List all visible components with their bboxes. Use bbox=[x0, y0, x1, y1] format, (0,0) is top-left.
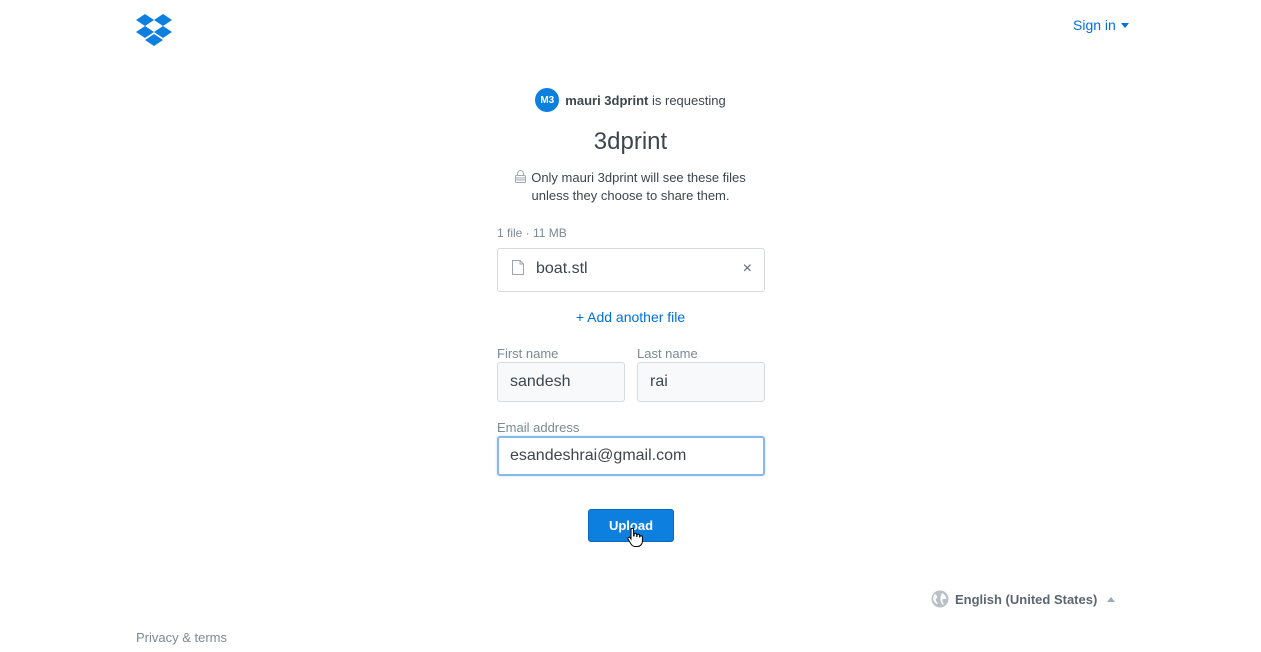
file-name: boat.stl bbox=[536, 260, 588, 277]
privacy-line-2: unless they choose to share them. bbox=[531, 188, 730, 203]
file-item: boat.stl × bbox=[497, 248, 765, 292]
globe-icon bbox=[931, 590, 949, 608]
sign-in-menu[interactable]: Sign in bbox=[1073, 17, 1129, 33]
last-name-field[interactable] bbox=[637, 362, 765, 402]
email-field[interactable] bbox=[497, 436, 765, 476]
file-icon bbox=[512, 260, 524, 275]
language-label: English (United States) bbox=[955, 591, 1098, 607]
page-title: 3dprint bbox=[593, 128, 668, 155]
close-icon[interactable]: × bbox=[743, 260, 752, 278]
avatar: M3 bbox=[535, 88, 560, 112]
privacy-terms-link[interactable]: Privacy & terms bbox=[136, 630, 227, 645]
file-summary: 1 file · 11 MB bbox=[497, 226, 567, 240]
lock-icon bbox=[515, 170, 527, 183]
last-name-label: Last name bbox=[637, 346, 698, 361]
chevron-down-icon bbox=[1120, 22, 1129, 28]
dropbox-logo-icon[interactable] bbox=[136, 14, 172, 48]
hand-cursor-icon bbox=[627, 528, 643, 547]
add-another-file-link[interactable]: + Add another file bbox=[576, 309, 685, 325]
privacy-notice: Only mauri 3dprint will see these files … bbox=[0, 169, 1261, 205]
privacy-line-1: Only mauri 3dprint will see these files bbox=[531, 170, 746, 185]
requesting-text: is requesting bbox=[651, 92, 726, 108]
requester-line: M3 mauri 3dprint is requesting bbox=[0, 88, 1261, 112]
first-name-label: First name bbox=[497, 346, 559, 361]
email-label: Email address bbox=[497, 420, 580, 435]
first-name-field[interactable] bbox=[497, 362, 625, 402]
chevron-up-icon bbox=[1107, 596, 1116, 602]
sign-in-label: Sign in bbox=[1073, 17, 1116, 33]
add-file-row: + Add another file bbox=[0, 309, 1261, 325]
requester-name: mauri 3dprint bbox=[565, 92, 649, 108]
language-selector[interactable]: English (United States) bbox=[931, 590, 1116, 608]
